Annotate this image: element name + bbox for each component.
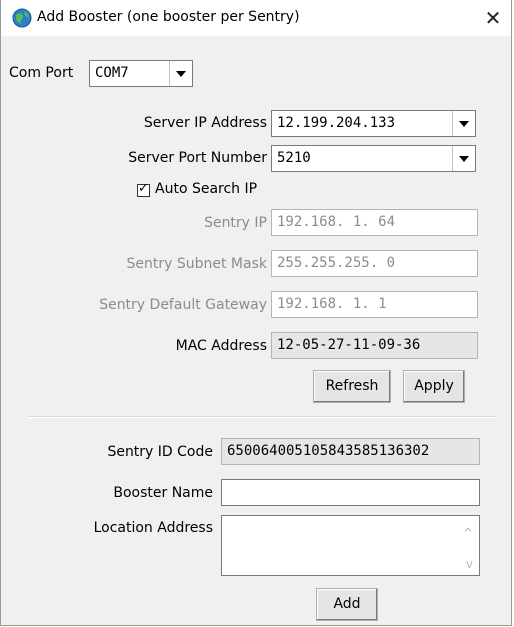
- mac-address-label: MAC Address: [175, 338, 267, 354]
- sentry-id-value: 65006400510584358513630​2: [221, 438, 480, 465]
- close-icon: ✕: [484, 6, 502, 30]
- auto-search-checkbox[interactable]: ✓: [137, 181, 150, 197]
- close-button[interactable]: ✕: [479, 6, 507, 30]
- sentry-subnet-label: Sentry Subnet Mask: [126, 256, 268, 272]
- sentry-gateway-label: Sentry Default Gateway: [99, 297, 267, 313]
- com-port-label: Com Port: [9, 65, 74, 81]
- globe-app-icon: [12, 8, 32, 28]
- title-bar[interactable]: Add Booster (one booster per Sentry) ✕: [1, 0, 511, 36]
- checkmark-icon: ✓: [138, 181, 149, 196]
- chevron-down-icon[interactable]: [169, 61, 192, 86]
- sentry-gateway-input[interactable]: 192.168. 1. 1: [271, 291, 478, 318]
- booster-name-label: Booster Name: [113, 485, 213, 501]
- sentry-id-label: Sentry ID Code: [107, 444, 213, 460]
- window-title: Add Booster (one booster per Sentry): [37, 9, 300, 25]
- mac-address-value: 12-05-27-11-09-36: [271, 332, 478, 359]
- dialog-window: Add Booster (one booster per Sentry) ✕ C…: [0, 0, 512, 626]
- add-button[interactable]: Add: [316, 588, 378, 621]
- sentry-ip-label: Sentry IP: [204, 215, 267, 231]
- location-address-label: Location Address: [93, 520, 213, 536]
- server-ip-select[interactable]: 12.199.204.133: [271, 110, 476, 137]
- apply-button[interactable]: Apply: [403, 370, 465, 403]
- location-address-textarea[interactable]: ^ v: [221, 515, 480, 576]
- sentry-ip-input[interactable]: 192.168. 1. 64: [271, 209, 478, 236]
- scroll-down-icon[interactable]: v: [466, 558, 473, 570]
- refresh-button[interactable]: Refresh: [313, 370, 391, 403]
- server-port-value: 5210: [277, 150, 311, 166]
- scroll-up-icon[interactable]: ^: [463, 527, 473, 539]
- com-port-select[interactable]: COM7: [89, 60, 193, 87]
- sentry-subnet-input[interactable]: 255.255.255. 0: [271, 250, 478, 277]
- chevron-down-icon[interactable]: [452, 146, 475, 171]
- server-ip-label: Server IP Address: [143, 115, 267, 131]
- section-divider: [29, 416, 495, 418]
- auto-search-label: Auto Search IP: [155, 181, 258, 197]
- chevron-down-icon[interactable]: [452, 111, 475, 136]
- com-port-value: COM7: [95, 65, 129, 81]
- server-port-select[interactable]: 5210: [271, 145, 476, 172]
- booster-name-input[interactable]: [221, 479, 480, 506]
- server-ip-value: 12.199.204.133: [277, 115, 396, 131]
- server-port-label: Server Port Number: [128, 150, 267, 166]
